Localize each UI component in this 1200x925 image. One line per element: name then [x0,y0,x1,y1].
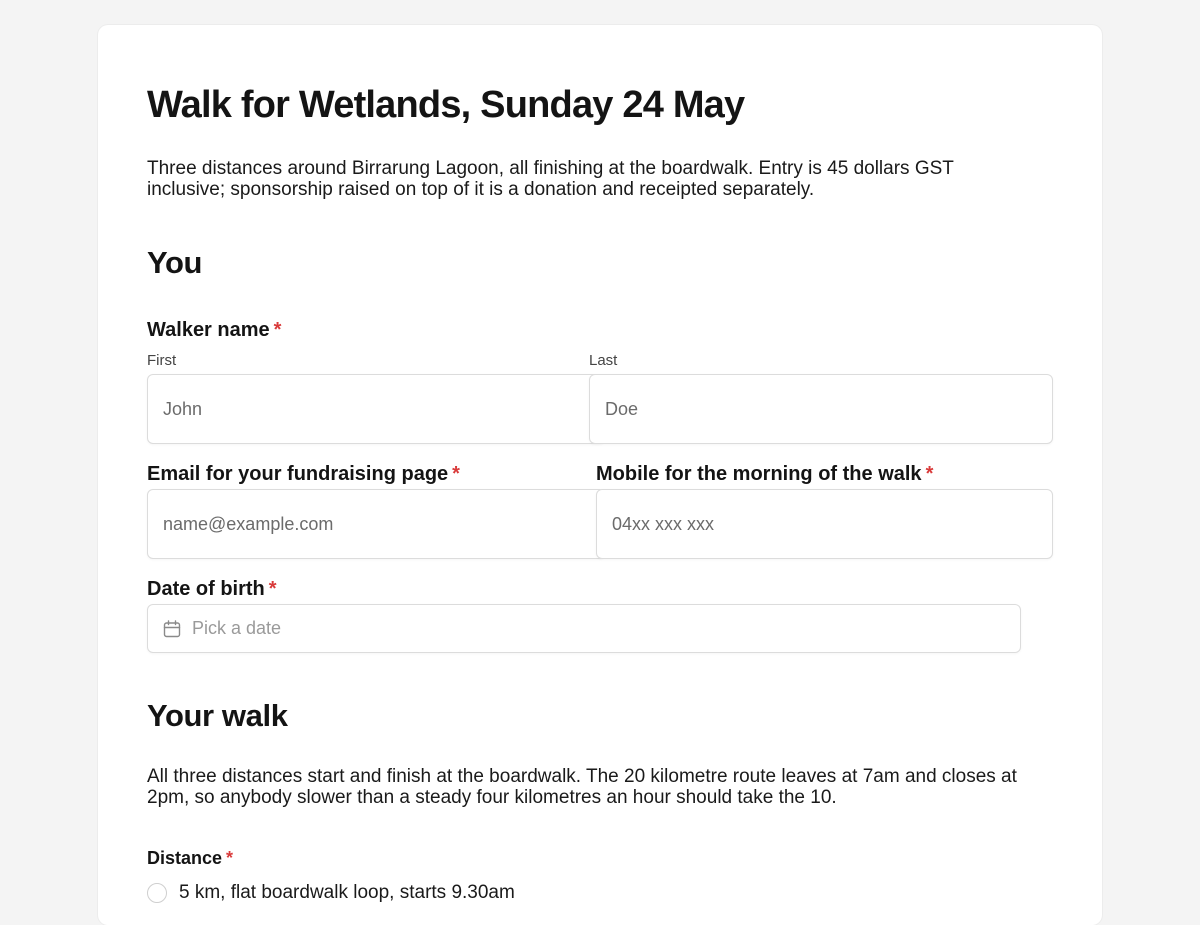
walker-name-label: Walker name * [147,318,281,342]
email-label-text: Email for your fundraising page [147,463,449,485]
section-heading-you: You [147,245,203,280]
last-name-sublabel: Last [589,352,618,369]
distance-option-label: 5 km, flat boardwalk loop, starts 9.30am [179,882,515,903]
mobile-label-text: Mobile for the morning of the walk [596,463,922,485]
dob-date-picker[interactable]: Pick a date [147,604,1021,653]
first-name-sublabel: First [147,352,177,369]
distance-label-text: Distance [147,848,223,868]
mobile-input[interactable] [596,489,1053,559]
required-marker: * [268,578,277,600]
walker-name-label-text: Walker name [147,319,270,341]
last-name-input[interactable] [589,374,1053,444]
first-name-input[interactable] [147,374,605,444]
email-input[interactable] [147,489,605,559]
section-heading-walk: Your walk [147,698,288,733]
radio-button[interactable] [147,883,167,903]
form-intro: Three distances around Birrarung Lagoon,… [147,158,954,200]
mobile-label: Mobile for the morning of the walk * [596,462,933,486]
dob-placeholder: Pick a date [192,618,282,638]
walk-description: All three distances start and finish at … [147,766,1017,808]
distance-label: Distance * [147,846,233,870]
email-label: Email for your fundraising page * [147,462,460,486]
required-marker: * [925,463,934,485]
calendar-icon [163,619,181,638]
required-marker: * [452,463,460,485]
required-marker: * [273,319,282,341]
dob-label-text: Date of birth [147,578,265,600]
required-marker: * [226,848,234,868]
distance-option-5km[interactable]: 5 km, flat boardwalk loop, starts 9.30am [147,882,515,904]
dob-label: Date of birth * [147,577,277,601]
page-title: Walk for Wetlands, Sunday 24 May [147,84,745,126]
